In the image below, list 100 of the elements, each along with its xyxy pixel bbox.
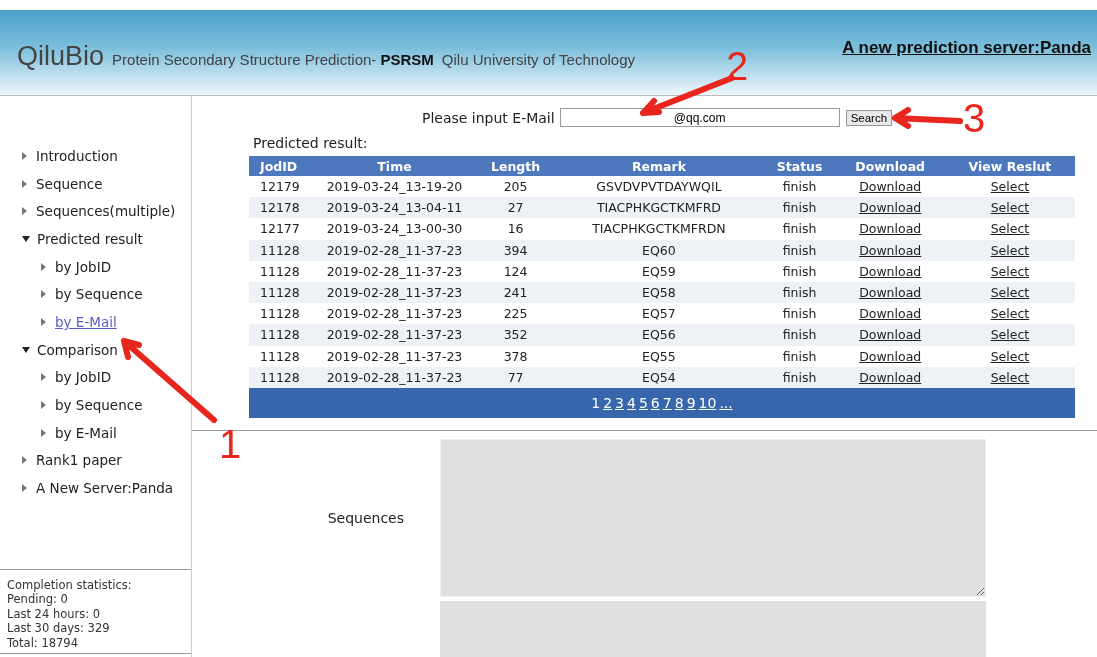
page-link[interactable]: 2 (603, 394, 613, 411)
column-header: View Reslut (944, 156, 1075, 176)
sidebar-item[interactable]: by E-Mail (55, 424, 117, 441)
collapsed-triangle-icon[interactable] (22, 207, 27, 216)
table-cell: 2019-02-28_11-37-23 (312, 303, 477, 325)
sidebar-item[interactable]: by Sequence (55, 286, 143, 303)
select-link[interactable]: Select (990, 179, 1030, 195)
table-cell: 2019-02-28_11-37-23 (312, 366, 477, 388)
collapsed-triangle-icon[interactable] (22, 456, 27, 465)
select-link[interactable]: Select (990, 348, 1030, 364)
table-cell: finish (763, 197, 836, 219)
table-cell: finish (763, 260, 836, 282)
site-subtitle: Protein Secondary Structure Prediction- PSRSM (112, 51, 434, 68)
sidebar-item[interactable]: Predicted result (37, 230, 143, 247)
result-title: Predicted result: (253, 135, 369, 151)
table-cell: 2019-02-28_11-37-23 (312, 281, 477, 304)
page-link[interactable]: 6 (650, 394, 660, 411)
column-header: Status (763, 156, 836, 176)
table-cell: 205 (477, 176, 555, 198)
sidebar-item[interactable]: Sequences(multiple) (36, 203, 176, 220)
email-field[interactable]: @qq.com (559, 108, 840, 127)
statistics-line: Last 24 hours: 0 (7, 606, 102, 621)
download-link[interactable]: Download (859, 179, 922, 195)
table-cell: 11128 (249, 281, 312, 304)
select-link[interactable]: Select (990, 263, 1030, 279)
site-logo: QiluBio (17, 41, 105, 72)
page-link[interactable]: 3 (615, 394, 624, 411)
table-cell: 16 (477, 218, 555, 240)
search-button[interactable]: Search (845, 109, 893, 126)
download-link[interactable]: Download (859, 306, 922, 322)
institution-name: Qilu University of Technology (441, 51, 635, 68)
download-link[interactable]: Download (859, 221, 922, 237)
table-cell: finish (763, 324, 836, 346)
table-cell: 352 (477, 324, 555, 346)
table-cell: GSVDVPVTDAYWQIL (554, 176, 764, 198)
table-cell: finish (763, 303, 836, 325)
sidebar-item[interactable]: by Sequence (55, 397, 143, 414)
table-cell: 11128 (249, 260, 312, 282)
collapsed-triangle-icon[interactable] (41, 401, 46, 410)
table-cell: finish (763, 345, 836, 367)
sequences-field[interactable] (440, 438, 986, 597)
sidebar-item[interactable]: by JobID (55, 369, 112, 386)
select-link[interactable]: Select (990, 306, 1030, 322)
column-header: Length (477, 156, 555, 176)
page-link[interactable]: 5 (638, 394, 648, 411)
collapsed-triangle-icon[interactable] (22, 151, 27, 160)
sidebar-item[interactable]: Sequence (36, 175, 103, 192)
sidebar-item[interactable]: by E-Mail (55, 313, 117, 330)
page-link[interactable]: 4 (627, 394, 636, 411)
table-cell: TIACPHKGCTKMFRDN (554, 218, 764, 240)
page-link[interactable]: 10 (698, 394, 717, 411)
table-cell: 2019-02-28_11-37-23 (312, 239, 477, 261)
table-cell: EQ55 (554, 345, 764, 367)
table-cell: 2019-03-24_13-19-20 (312, 176, 477, 198)
collapsed-triangle-icon[interactable] (41, 262, 46, 271)
collapsed-triangle-icon[interactable] (41, 317, 46, 326)
table-cell: 2019-03-24_13-04-11 (312, 197, 477, 219)
page-link[interactable]: 8 (674, 394, 684, 411)
download-link[interactable]: Download (859, 348, 922, 364)
select-link[interactable]: Select (990, 221, 1030, 237)
table-cell: 11128 (249, 366, 312, 388)
table-cell: finish (763, 218, 836, 240)
sidebar-item[interactable]: A New Server:Panda (36, 480, 174, 497)
table-cell: 12177 (249, 218, 312, 240)
table-cell: EQ56 (554, 324, 764, 346)
table-cell: EQ59 (554, 260, 764, 282)
collapsed-triangle-icon[interactable] (41, 373, 46, 382)
server-link[interactable]: A new prediction server:Panda (842, 37, 1091, 58)
table-cell: 27 (477, 197, 555, 219)
table-cell: finish (763, 176, 836, 198)
annotation-arrow (892, 107, 963, 129)
collapsed-triangle-icon[interactable] (22, 484, 27, 493)
table-cell: 11128 (249, 239, 312, 261)
download-link[interactable]: Download (859, 263, 922, 279)
table-cell: 11128 (249, 345, 312, 367)
page-link[interactable]: 7 (662, 394, 672, 411)
table-cell: 394 (477, 239, 555, 261)
expanded-triangle-icon[interactable] (22, 235, 30, 242)
page-link[interactable]: ... (719, 394, 733, 411)
sequences-label: Sequences (326, 509, 405, 526)
collapsed-triangle-icon[interactable] (22, 179, 27, 188)
column-header: Download (835, 156, 945, 176)
page-link[interactable]: 9 (686, 394, 696, 411)
annotation-number: 3 (963, 98, 986, 138)
page-link[interactable]: 1 (591, 394, 601, 411)
table-cell: EQ54 (554, 366, 764, 388)
statistics-line: Last 30 days: 329 (7, 621, 111, 636)
sidebar-item[interactable]: Introduction (36, 147, 118, 164)
statistics-line: Pending: 0 (7, 592, 69, 607)
table-cell: 378 (477, 345, 555, 367)
sidebar-item[interactable]: Comparison (37, 341, 118, 358)
sidebar-item[interactable]: Rank1 paper (36, 452, 122, 469)
sidebar-item[interactable]: by JobID (55, 258, 112, 275)
table-cell: 11128 (249, 324, 312, 346)
table-cell: finish (763, 281, 836, 304)
collapsed-triangle-icon[interactable] (41, 428, 46, 437)
email-label: Please input E-Mail (421, 109, 555, 126)
collapsed-triangle-icon[interactable] (41, 290, 46, 299)
column-header: Remark (554, 156, 764, 176)
expanded-triangle-icon[interactable] (22, 346, 30, 353)
